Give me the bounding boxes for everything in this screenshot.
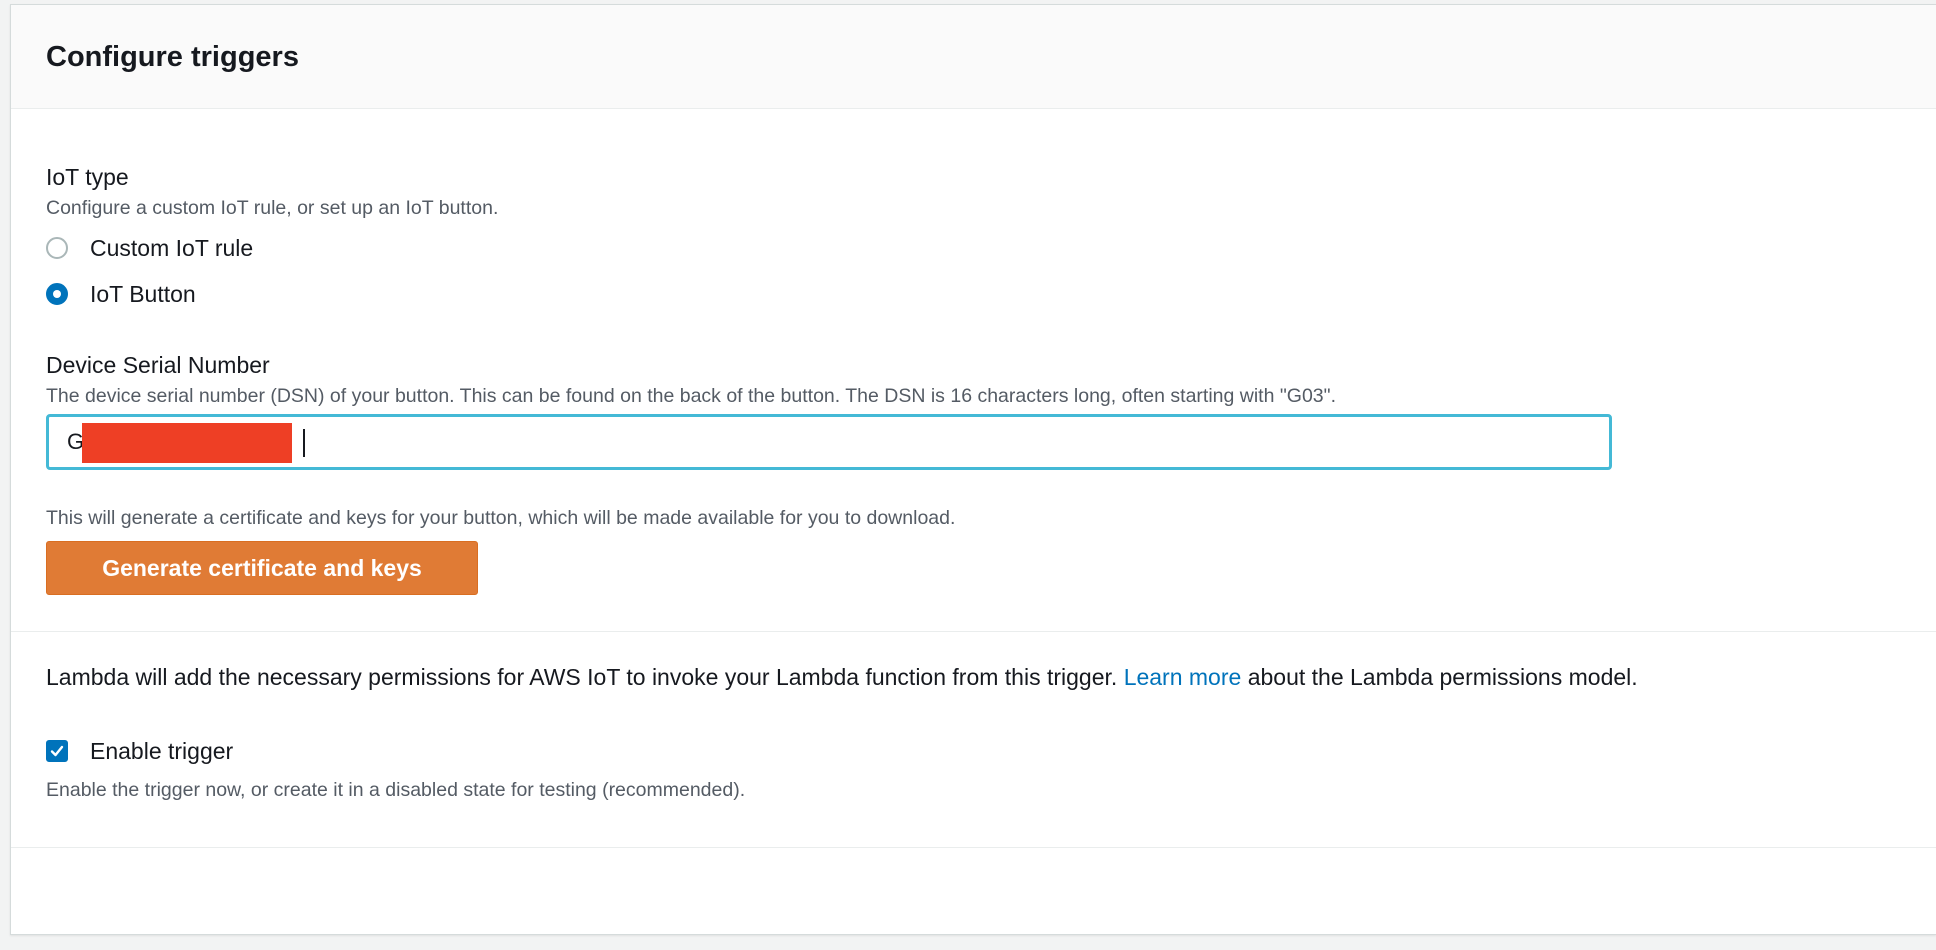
iot-type-label: IoT type [46, 164, 129, 190]
radio-unchecked-icon[interactable] [46, 237, 68, 259]
device-serial-label: Device Serial Number [46, 352, 270, 378]
enable-trigger-description: Enable the trigger now, or create it in … [46, 779, 746, 801]
radio-custom-iot-rule-label: Custom IoT rule [90, 235, 254, 261]
learn-more-link[interactable]: Learn more [1124, 664, 1242, 690]
permissions-text: Lambda will add the necessary permission… [46, 662, 1638, 692]
device-serial-description: The device serial number (DSN) of your b… [46, 385, 1336, 407]
enable-trigger-checkbox-row[interactable]: Enable trigger [46, 737, 233, 765]
generate-certificate-button[interactable]: Generate certificate and keys [46, 541, 478, 595]
configure-triggers-panel: Configure triggers IoT type Configure a … [10, 4, 1936, 935]
panel-header: Configure triggers [11, 5, 1936, 109]
radio-iot-button-label: IoT Button [90, 281, 196, 307]
enable-trigger-label: Enable trigger [90, 738, 234, 764]
redaction-box [82, 423, 292, 463]
section-divider [11, 631, 1936, 632]
iot-type-description: Configure a custom IoT rule, or set up a… [46, 197, 499, 219]
panel-title: Configure triggers [46, 41, 299, 73]
checkmark-icon [50, 745, 64, 757]
radio-iot-button[interactable]: IoT Button [46, 280, 196, 308]
bottom-divider [11, 847, 1936, 848]
radio-checked-icon[interactable] [46, 283, 68, 305]
radio-custom-iot-rule[interactable]: Custom IoT rule [46, 234, 253, 262]
enable-trigger-checkbox[interactable] [46, 740, 68, 762]
text-caret [303, 429, 305, 457]
permissions-text-after: about the Lambda permissions model. [1241, 664, 1638, 690]
certificate-note: This will generate a certificate and key… [46, 507, 956, 529]
permissions-text-before: Lambda will add the necessary permission… [46, 664, 1124, 690]
